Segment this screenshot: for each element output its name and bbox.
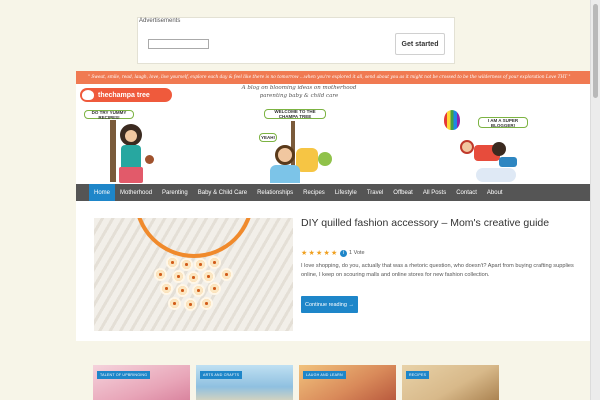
quilled-bead — [176, 284, 189, 297]
nav-item-about[interactable]: About — [482, 184, 508, 201]
woman-face-illustration — [125, 130, 137, 142]
category-badge[interactable]: LAUGH AND LEARN — [303, 371, 346, 379]
nav-item-contact[interactable]: Contact — [451, 184, 482, 201]
quilled-bead — [160, 282, 173, 295]
category-thumbnail[interactable]: TALENT OF UPBRINGING — [93, 365, 190, 400]
advertisement-label: Advertisements — [139, 18, 181, 24]
nav-item-relationships[interactable]: Relationships — [252, 184, 298, 201]
nav-item-parenting[interactable]: Parenting — [157, 184, 193, 201]
category-badge[interactable]: ARTS AND CRAFTS — [200, 371, 243, 379]
quilled-bead — [208, 282, 221, 295]
superhero-suit-illustration — [499, 157, 517, 167]
nav-item-travel[interactable]: Travel — [362, 184, 388, 201]
quilled-bead — [187, 271, 200, 284]
category-thumbnail[interactable]: LAUGH AND LEARN — [299, 365, 396, 400]
category-thumbnail[interactable]: RECIPES — [402, 365, 499, 400]
quilled-bead — [208, 256, 221, 269]
star-icon[interactable]: ★ — [331, 250, 338, 257]
mother-illustration — [275, 145, 295, 165]
category-badge[interactable]: TALENT OF UPBRINGING — [97, 371, 151, 379]
get-started-button[interactable]: Get started — [395, 33, 445, 55]
category-badge[interactable]: RECIPES — [406, 371, 430, 379]
hot-air-balloon-icon — [444, 110, 460, 130]
nav-item-recipes[interactable]: Recipes — [298, 184, 330, 201]
star-icon[interactable]: ★ — [301, 250, 308, 257]
rating-info-icon[interactable]: i — [340, 250, 347, 257]
star-icon[interactable]: ★ — [309, 250, 316, 257]
vote-count: 1 Vote — [349, 250, 365, 256]
woman-top-illustration — [121, 145, 141, 167]
main-navigation: Home Motherhood Parenting Baby & Child C… — [76, 184, 600, 201]
star-icon[interactable]: ★ — [324, 250, 331, 257]
quilled-bead — [220, 268, 233, 281]
woman-skirt-illustration — [119, 167, 143, 183]
nav-item-baby-child-care[interactable]: Baby & Child Care — [193, 184, 252, 201]
quilled-bead — [180, 258, 193, 271]
featured-post-image[interactable] — [94, 218, 293, 331]
recipes-sign: DO TRY YUMMY RECIPES! — [84, 110, 134, 120]
quilled-bead — [200, 297, 213, 310]
star-icon[interactable]: ★ — [316, 250, 323, 257]
quilled-bead — [172, 270, 185, 283]
nav-item-all-posts[interactable]: All Posts — [418, 184, 451, 201]
cloud-icon — [476, 168, 516, 182]
quilled-bead — [194, 258, 207, 271]
star-rating[interactable]: ★ ★ ★ ★ ★ — [301, 250, 339, 257]
post-excerpt: I love shopping, do you, actually that w… — [301, 263, 574, 278]
quilled-bead — [184, 298, 197, 311]
post-title-link[interactable]: DIY quilled fashion accessory – Mom's cr… — [301, 216, 591, 231]
nav-item-lifestyle[interactable]: Lifestyle — [330, 184, 362, 201]
category-thumbnail[interactable]: ARTS AND CRAFTS — [196, 365, 293, 400]
cupcake-icon — [145, 155, 154, 164]
nav-item-offbeat[interactable]: Offbeat — [388, 184, 418, 201]
nav-item-motherhood[interactable]: Motherhood — [115, 184, 157, 201]
tree-foliage-illustration — [318, 152, 332, 166]
ad-email-input[interactable] — [148, 39, 209, 49]
superhero-kid-illustration — [460, 140, 474, 154]
site-tagline: A blog on blooming ideas on motherhood p… — [241, 85, 357, 99]
nav-item-home[interactable]: Home — [89, 184, 116, 201]
sign-post — [110, 120, 116, 182]
page-scrollbar[interactable] — [590, 0, 600, 400]
quilled-bead — [168, 297, 181, 310]
quilled-bead — [166, 256, 179, 269]
super-blogger-sign: I AM A SUPER BLOGGER! — [478, 117, 528, 128]
continue-reading-button[interactable]: Continue reading → — [301, 296, 358, 313]
scrollbar-thumb[interactable] — [593, 4, 598, 98]
welcome-sign: WELCOME TO THE CHAMPA TREE — [264, 109, 326, 119]
quilled-bead — [192, 284, 205, 297]
parent-body-illustration — [270, 165, 300, 183]
yeah-sign: YEAH! — [259, 133, 277, 142]
superhero-mom-illustration — [492, 142, 506, 156]
quilled-bead — [154, 268, 167, 281]
quote-banner: " Sweat, smile, read, laugh, love, live … — [76, 71, 600, 84]
elephant-icon — [82, 90, 94, 100]
